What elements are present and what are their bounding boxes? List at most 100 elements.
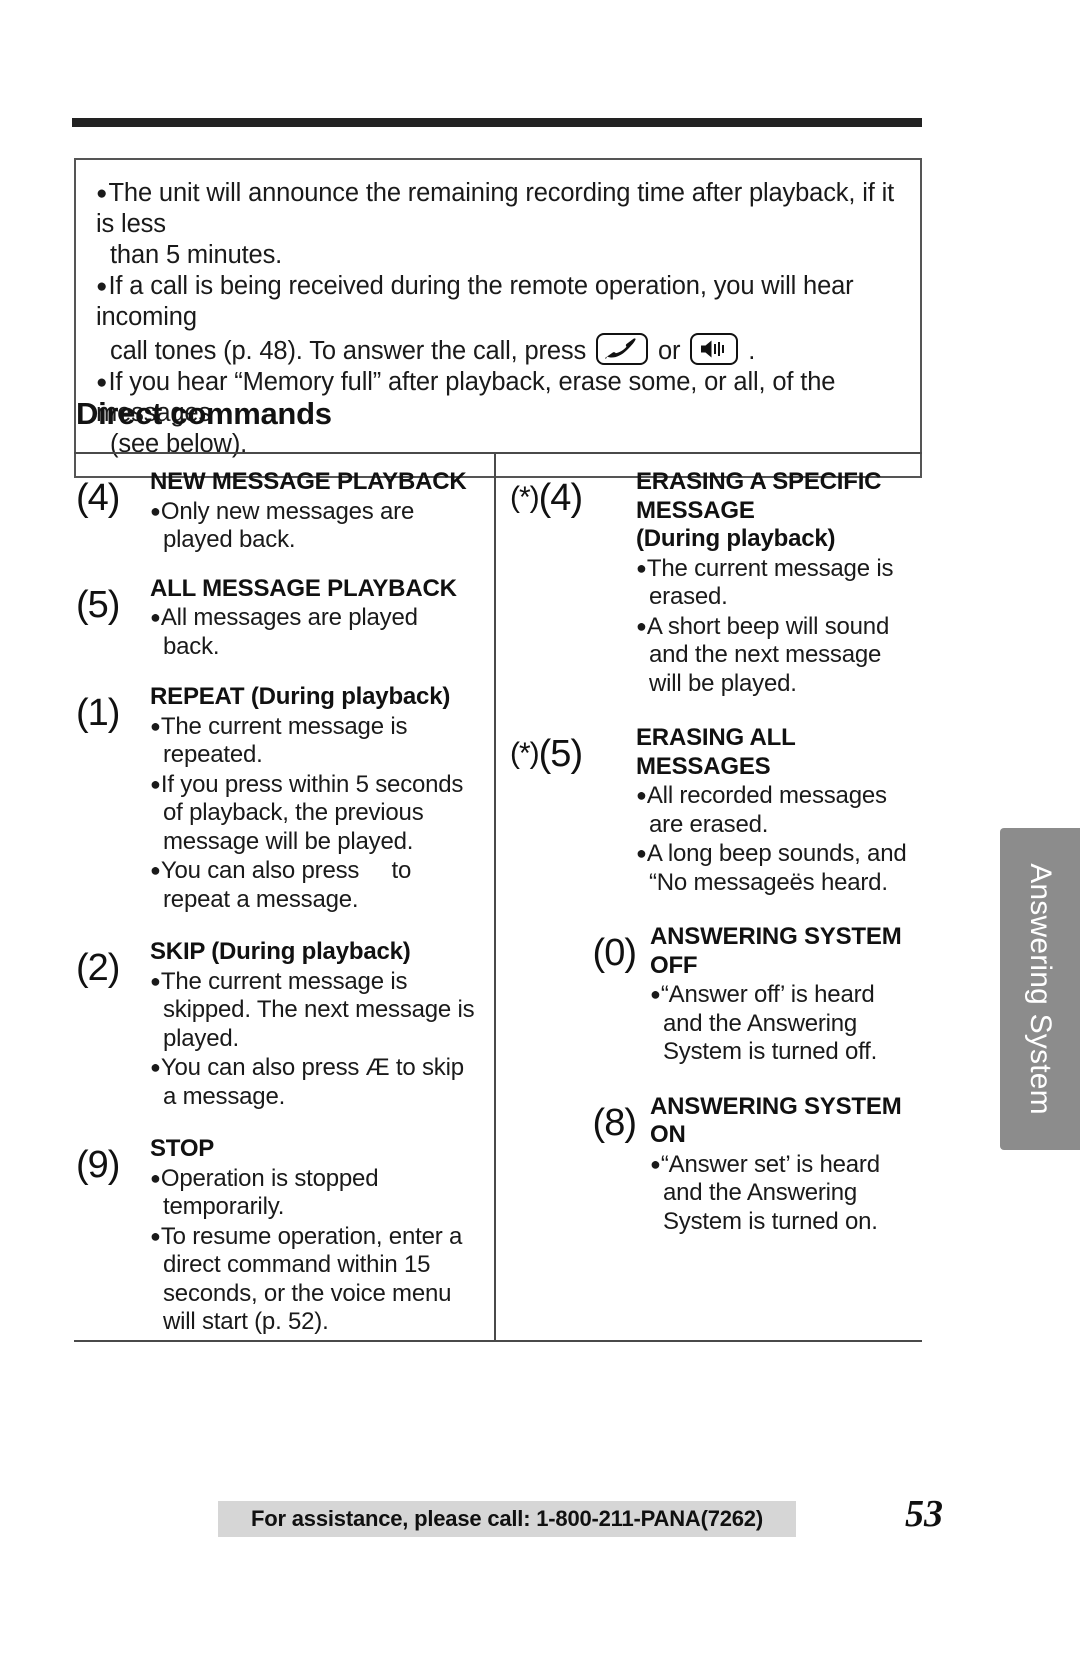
command-title: ALL MESSAGE PLAYBACK [150,574,457,602]
command-detail: ●A long beep sounds, and “No messageës h… [636,839,920,897]
command-detail-text: A short beep will sound and the next mes… [646,612,890,697]
side-tab-answering-system: Answering System [1000,828,1080,1150]
command-key: (*)(5) [510,722,636,774]
command-key: (8) [510,1091,650,1143]
bullet-dot-icon: ● [150,773,161,794]
note-bullet-1: ●The unit will announce the remaining re… [96,178,898,271]
command-row: (0) ANSWERING SYSTEM OFF ●“Answer off’ i… [510,921,920,1067]
note-bullet-2-line-2: call tones (p. 48). To answer the call, … [96,333,898,367]
command-key: (5) [76,583,120,626]
command-key: (1) [76,692,120,734]
command-key-star: (*) [510,481,540,514]
command-detail-text: A long beep sounds, and “No messageës he… [646,840,907,896]
command-key-number: (8) [592,1101,637,1144]
command-body: STOP ●Operation is stopped temporarily. … [150,1133,480,1337]
bullet-dot-icon: ● [150,1057,161,1077]
command-row: (1) REPEAT (During playback) ●The curren… [76,681,480,914]
bullet-dot-icon: ● [650,984,661,1004]
command-title: REPEAT (During playback) [150,683,451,710]
note-bullet-2-text-pre: call tones (p. 48). To answer the call, … [110,337,587,365]
command-title: ANSWERING SYSTEM OFF [650,923,902,979]
command-detail: ●Only new messages are played back. [150,497,480,555]
table-column-divider [494,452,496,1342]
command-detail: ●A short beep will sound and the next me… [636,612,920,699]
bullet-dot-icon: ● [150,970,161,991]
command-body: SKIP (During playback) ●The current mess… [150,936,480,1111]
command-row: (4) NEW MESSAGE PLAYBACK ●Only new messa… [76,466,480,555]
section-heading-direct-commands: Direct commands [76,396,332,431]
command-detail: ●The current message is erased. [636,554,920,612]
command-body: ANSWERING SYSTEM ON ●“Answer set’ is hea… [650,1091,920,1237]
command-detail: ●The current message is repeated. [150,712,480,770]
command-title: ANSWERING SYSTEM ON [650,1092,902,1149]
bullet-dot-icon: ● [636,557,647,578]
command-key-number: (5) [538,733,583,775]
command-detail-text: All messages are played back. [160,604,418,660]
command-key-number: (0) [592,932,637,974]
commands-left-column: (4) NEW MESSAGE PLAYBACK ●Only new messa… [76,466,480,1355]
note-bullet-2-text-post: . [748,337,756,365]
manual-page: ●The unit will announce the remaining re… [0,0,1080,1669]
bullet-dot-icon: ● [650,1153,661,1174]
command-detail-text: To resume operation, enter a direct comm… [160,1222,463,1336]
bullet-dot-icon: ● [150,715,161,736]
page-number: 53 [905,1493,943,1535]
command-title: STOP [150,1135,215,1162]
command-body: ERASING ALL MESSAGES ●All recorded messa… [636,722,920,897]
bullet-dot-icon: ● [150,500,161,521]
command-key: (2) [76,947,120,989]
command-detail-text: All recorded messages are erased. [646,782,887,838]
command-detail-text: The current message is repeated. [160,712,408,769]
note-bullet-2-text-mid: or [657,337,681,365]
command-detail-text: Operation is stopped temporarily. [160,1164,379,1221]
bullet-dot-icon: ● [150,1167,161,1188]
command-detail-text: If you press within 5 seconds of playbac… [160,770,464,855]
note-bullet-2: ●If a call is being received during the … [96,271,898,367]
command-detail: ●All recorded messages are erased. [636,781,920,839]
command-detail-text: You can also press to repeat a message. [160,857,412,913]
note-bullet-2-line-1: If a call is being received during the r… [96,272,854,331]
command-subtitle: (During playback) [636,525,836,552]
command-row: (2) SKIP (During playback) ●The current … [76,936,480,1111]
command-title: ERASING A SPECIFIC MESSAGE [636,468,882,524]
command-body: ALL MESSAGE PLAYBACK ●All messages are p… [150,573,480,662]
command-row: (*)(4) ERASING A SPECIFIC MESSAGE (Durin… [510,466,920,698]
command-row: (9) STOP ●Operation is stopped temporari… [76,1133,480,1337]
command-detail: ●“Answer off’ is heard and the Answering… [650,980,920,1067]
note-bullet-1-line-2: than 5 minutes. [110,241,283,269]
command-body: ANSWERING SYSTEM OFF ●“Answer off’ is he… [650,921,920,1067]
bullet-dot-icon: ● [636,843,647,863]
footer-assistance-bar: For assistance, please call: 1-800-211-P… [218,1501,796,1537]
command-key-star: (*) [510,737,540,770]
command-detail: ●“Answer set’ is heard and the Answering… [650,1150,920,1237]
bullet-dot-icon: ● [636,785,647,805]
command-key: (4) [76,477,120,519]
command-body: ERASING A SPECIFIC MESSAGE (During playb… [636,466,920,698]
command-key: (0) [510,921,650,973]
direct-commands-table: (4) NEW MESSAGE PLAYBACK ●Only new messa… [74,452,922,1342]
bullet-dot-icon: ● [96,372,108,393]
command-detail: ●To resume operation, enter a direct com… [150,1222,480,1337]
command-detail-text: Only new messages are played back. [160,497,415,554]
bullet-dot-icon: ● [150,860,161,880]
command-row: (8) ANSWERING SYSTEM ON ●“Answer set’ is… [510,1091,920,1237]
talk-handset-key-icon [596,333,649,365]
command-detail: ●You can also press Æ to skip a message. [150,1053,480,1111]
side-tab-label: Answering System [1024,863,1057,1115]
command-detail: ●The current message is skipped. The nex… [150,967,480,1054]
command-detail-text: You can also press Æ to skip a message. [160,1054,464,1110]
bullet-dot-icon: ● [636,615,647,636]
command-detail-text: “Answer off’ is heard and the Answering … [660,981,878,1065]
command-row: (5) ALL MESSAGE PLAYBACK ●All messages a… [76,573,480,662]
command-detail: ●If you press within 5 seconds of playba… [150,770,480,857]
command-row: (*)(5) ERASING ALL MESSAGES ●All recorde… [510,722,920,897]
table-top-rule [74,452,922,454]
command-title: SKIP (During playback) [150,938,411,965]
command-key: (9) [76,1144,120,1186]
footer-assistance-text: For assistance, please call: 1-800-211-P… [251,1506,763,1531]
bullet-dot-icon: ● [150,1225,161,1246]
command-detail-text: The current message is erased. [646,554,894,611]
command-detail: ●Operation is stopped temporarily. [150,1164,480,1222]
command-detail: ●All messages are played back. [150,603,480,661]
bullet-dot-icon: ● [96,183,108,204]
